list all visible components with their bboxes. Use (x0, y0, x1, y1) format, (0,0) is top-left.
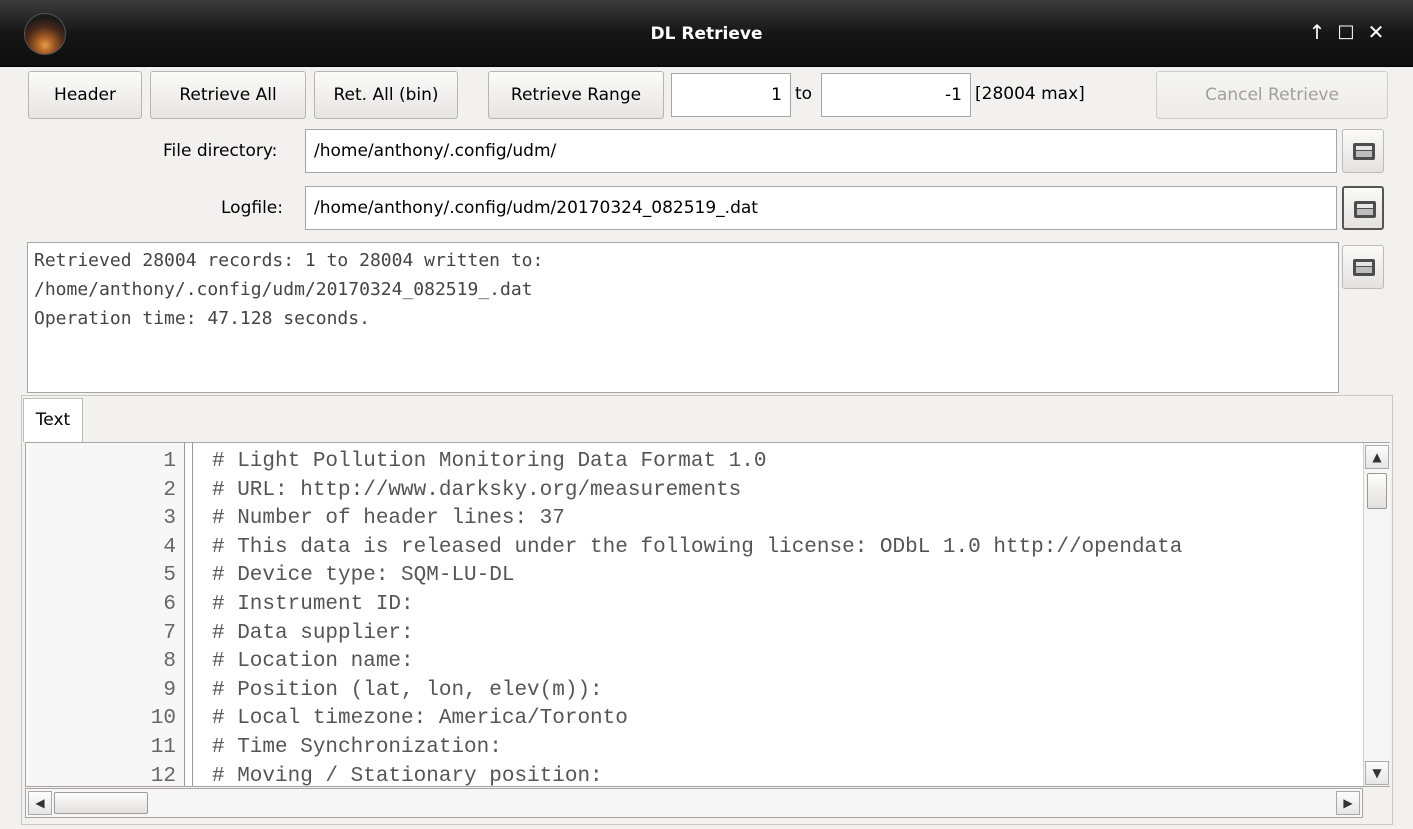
scroll-left-icon[interactable]: ◀ (28, 791, 52, 815)
code-line: # Location name: (212, 650, 414, 674)
code-line: # Light Pollution Monitoring Data Format… (212, 450, 767, 473)
line-number: 9 (163, 678, 176, 702)
max-records-label: [28004 max] (975, 84, 1085, 104)
line-number: 5 (163, 564, 176, 588)
browse-logfile-button[interactable] (1342, 186, 1384, 230)
code-line: # This data is released under the follow… (212, 535, 1183, 559)
line-number: 3 (163, 507, 176, 531)
range-to-label: to (795, 84, 813, 104)
code-line: # Local timezone: America/Toronto (212, 707, 628, 731)
vertical-scrollbar[interactable]: ▲ ▼ (1363, 443, 1390, 786)
line-number: 2 (163, 478, 176, 502)
tab-text[interactable]: Text (23, 398, 83, 442)
cancel-retrieve-button[interactable]: Cancel Retrieve (1156, 71, 1388, 119)
close-icon[interactable]: ✕ (1365, 20, 1387, 44)
code-line: # Moving / Stationary position: (212, 764, 603, 787)
code-line: # URL: http://www.darksky.org/measuremen… (212, 478, 742, 502)
text-editor[interactable]: 1 # Light Pollution Monitoring Data Forma… (25, 442, 1390, 787)
retrieve-all-button[interactable]: Retrieve All (150, 71, 306, 119)
code-line: # Data supplier: (212, 621, 414, 645)
folder-icon (1353, 143, 1375, 160)
file-directory-label: File directory: (163, 141, 278, 161)
code-line: # Time Synchronization: (212, 736, 502, 759)
maximize-icon[interactable]: □ (1335, 20, 1357, 44)
open-logfile-button[interactable] (1342, 245, 1384, 289)
line-number: 1 (163, 450, 176, 473)
range-from-input[interactable]: 1 (671, 73, 791, 117)
retrieve-range-button[interactable]: Retrieve Range (488, 71, 664, 119)
line-number: 10 (150, 707, 176, 731)
status-line: Operation time: 47.128 seconds. (34, 308, 370, 329)
code-line: # Position (lat, lon, elev(m)): (212, 678, 603, 702)
horizontal-scroll-thumb[interactable] (54, 792, 148, 814)
status-line: /home/anthony/.config/udm/20170324_08251… (34, 279, 533, 300)
range-to-input[interactable]: -1 (821, 73, 971, 117)
line-number: 4 (163, 535, 176, 559)
code-line: # Number of header lines: 37 (212, 507, 565, 531)
title-bar[interactable]: DL Retrieve ↑ □ ✕ (0, 0, 1413, 67)
browse-directory-button[interactable] (1342, 129, 1384, 173)
scroll-right-icon[interactable]: ▶ (1336, 791, 1360, 815)
vertical-scroll-thumb[interactable] (1367, 473, 1387, 509)
keep-above-icon[interactable]: ↑ (1306, 20, 1328, 44)
folder-icon (1354, 201, 1376, 218)
file-directory-input[interactable]: /home/anthony/.config/udm/ (305, 129, 1337, 173)
retrieve-all-bin-button[interactable]: Ret. All (bin) (314, 71, 458, 119)
scroll-down-icon[interactable]: ▼ (1365, 761, 1389, 785)
scroll-up-icon[interactable]: ▲ (1365, 445, 1389, 469)
line-number: 8 (163, 650, 176, 674)
status-line: Retrieved 28004 records: 1 to 28004 writ… (34, 250, 544, 271)
line-number: 6 (163, 593, 176, 616)
logfile-input[interactable]: /home/anthony/.config/udm/20170324_08251… (305, 186, 1337, 230)
folder-icon (1353, 259, 1375, 276)
line-number: 11 (150, 736, 176, 759)
gutter-divider (192, 443, 193, 786)
line-number: 7 (163, 621, 176, 645)
window-title: DL Retrieve (650, 24, 763, 44)
status-log[interactable]: Retrieved 28004 records: 1 to 28004 writ… (27, 242, 1339, 393)
logfile-label: Logfile: (221, 198, 283, 218)
horizontal-scrollbar[interactable]: ◀ ▶ (25, 788, 1363, 818)
header-button[interactable]: Header (28, 71, 142, 119)
line-number: 12 (150, 764, 176, 787)
code-line: # Device type: SQM-LU-DL (212, 564, 515, 588)
code-line: # Instrument ID: (212, 593, 414, 616)
